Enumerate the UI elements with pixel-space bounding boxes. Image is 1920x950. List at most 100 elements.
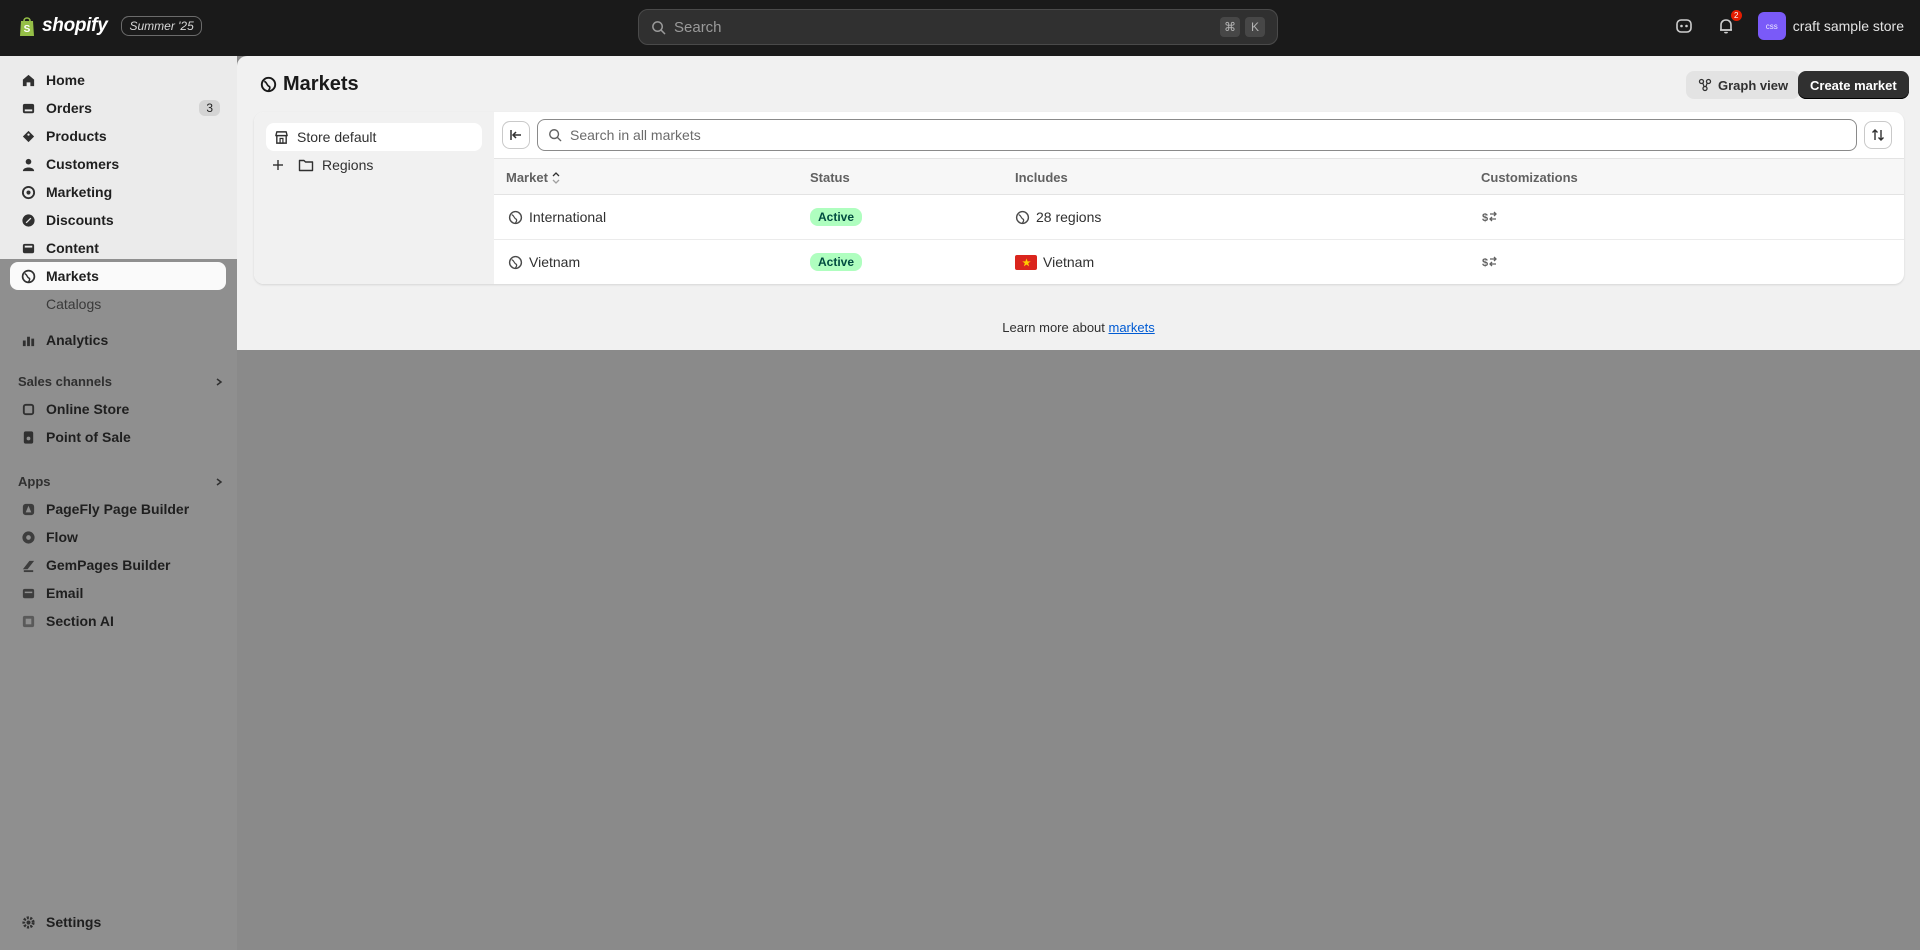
folder-icon <box>298 159 314 172</box>
sidebar-item-label: Markets <box>46 268 99 284</box>
top-actions: 2 css craft sample store <box>1674 10 1904 40</box>
sidebar-item-pagefly[interactable]: PageFly Page Builder <box>10 495 226 523</box>
status-cell: Active <box>810 195 863 239</box>
plus-icon[interactable] <box>272 159 284 171</box>
sort-icon <box>1872 129 1884 141</box>
sidebar-item-label: Point of Sale <box>46 429 131 445</box>
kbd-k: K <box>1245 17 1265 37</box>
market-name: International <box>529 209 607 225</box>
sidebar-item-customers[interactable]: Customers <box>10 150 226 178</box>
create-market-button[interactable]: Create market <box>1798 71 1909 99</box>
store-name: craft sample store <box>1792 18 1904 34</box>
sidebar-item-label: Analytics <box>46 332 109 348</box>
global-search-input[interactable]: Search ⌘ K <box>638 9 1278 45</box>
chevron-right-icon <box>216 377 223 386</box>
create-market-label: Create market <box>1810 77 1897 93</box>
vietnam-flag-icon <box>1015 254 1037 270</box>
currency-exchange-icon: $ <box>1482 256 1497 269</box>
sidebar-item-products[interactable]: Products <box>10 122 226 150</box>
collapse-sidebar-button[interactable] <box>502 121 530 149</box>
sidebar-item-label: Products <box>46 128 107 144</box>
notification-count-badge: 2 <box>1730 10 1742 21</box>
markets-search-input[interactable]: Search in all markets <box>537 119 1857 151</box>
orders-count-badge: 3 <box>199 100 220 116</box>
sidebar-item-label: Section AI <box>46 613 114 629</box>
sidebar-item-markets[interactable]: Markets <box>10 262 226 290</box>
sidebar-item-flow[interactable]: Flow <box>10 523 226 551</box>
globe-icon <box>508 210 523 224</box>
search-placeholder: Search in all markets <box>570 127 701 143</box>
sidebar-item-point-of-sale[interactable]: Point of Sale <box>10 423 226 451</box>
sales-channels-header[interactable]: Sales channels <box>18 374 224 389</box>
globe-icon <box>260 76 277 93</box>
analytics-icon <box>20 332 36 348</box>
sidebar-item-label: Home <box>46 72 85 88</box>
sidekick-button[interactable] <box>1674 16 1694 36</box>
learn-more-footer: Learn more about markets <box>237 320 1920 335</box>
market-cell[interactable]: International <box>508 195 606 239</box>
notifications-button[interactable]: 2 <box>1716 10 1742 36</box>
tree-item-store-default[interactable]: Store default <box>266 123 482 151</box>
tree-item-label: Store default <box>297 129 377 145</box>
content-icon <box>20 240 36 256</box>
sidebar-item-marketing[interactable]: Marketing <box>10 178 226 206</box>
sidebar-item-content[interactable]: Content <box>10 234 226 262</box>
sort-button[interactable] <box>1864 121 1892 149</box>
store-menu[interactable]: css craft sample store <box>1757 12 1904 40</box>
home-icon <box>20 72 36 88</box>
includes-text: Vietnam <box>1043 254 1095 270</box>
market-cell[interactable]: Vietnam <box>508 240 580 284</box>
sidebar-item-label: Content <box>46 240 99 256</box>
table-row[interactable]: Vietnam Active Vietnam $ <box>494 240 1904 284</box>
apps-header[interactable]: Apps <box>18 474 224 489</box>
sidebar-item-orders[interactable]: Orders 3 <box>10 94 226 122</box>
search-shortcut: ⌘ K <box>1220 17 1265 37</box>
sidebar-item-home[interactable]: Home <box>10 66 226 94</box>
online-store-icon <box>20 401 36 417</box>
column-header-includes: Includes <box>1015 170 1068 185</box>
marketing-icon <box>20 184 36 200</box>
sidebar-item-discounts[interactable]: Discounts <box>10 206 226 234</box>
tree-item-regions[interactable]: Regions <box>272 151 373 179</box>
includes-cell: 28 regions <box>1015 195 1101 239</box>
search-icon <box>549 129 562 142</box>
tree-item-label: Regions <box>322 157 374 173</box>
sidebar-item-gempages[interactable]: GemPages Builder <box>10 551 226 579</box>
markets-card: Store default Regions Search in all mark… <box>254 112 1904 284</box>
edition-badge[interactable]: Summer '25 <box>121 16 202 36</box>
column-label: Status <box>810 170 850 185</box>
sidebar-item-label: Settings <box>46 914 102 930</box>
top-bar: S shopify Summer '25 Search ⌘ K 2 css cr… <box>0 0 1920 56</box>
shopify-logo[interactable]: S shopify Summer '25 <box>18 15 202 37</box>
graph-view-button[interactable]: Graph view <box>1686 71 1801 99</box>
sidebar-item-settings[interactable]: Settings <box>10 908 226 936</box>
table-row[interactable]: International Active 28 regions $ <box>494 195 1904 240</box>
currency-exchange-icon: $ <box>1482 211 1497 224</box>
market-tree: Store default Regions <box>254 112 494 284</box>
search-icon <box>652 20 666 34</box>
sidebar-item-section-ai[interactable]: Section AI <box>10 607 226 635</box>
markets-help-link[interactable]: markets <box>1109 320 1155 335</box>
kbd-cmd: ⌘ <box>1220 17 1240 37</box>
globe-icon <box>20 268 36 284</box>
customizations-cell: $ <box>1481 195 1497 239</box>
gempages-icon <box>20 557 36 573</box>
sidebar-item-analytics[interactable]: Analytics <box>10 326 226 354</box>
page-title: Markets <box>260 73 359 96</box>
chevron-right-icon <box>216 477 223 486</box>
sidekick-icon <box>1675 19 1692 33</box>
sidebar-item-online-store[interactable]: Online Store <box>10 395 226 423</box>
store-icon <box>275 130 288 144</box>
sales-channels-label: Sales channels <box>18 374 112 389</box>
apps-label: Apps <box>18 474 51 489</box>
svg-text:S: S <box>24 24 31 35</box>
column-label: Customizations <box>1481 170 1578 185</box>
flow-icon <box>20 529 36 545</box>
column-header-market[interactable]: Market <box>506 170 560 185</box>
brand-wordmark: shopify <box>42 15 108 36</box>
status-badge: Active <box>810 253 863 271</box>
sidebar-item-catalogs[interactable]: Catalogs <box>10 290 226 318</box>
status-badge: Active <box>810 208 863 226</box>
sidebar-item-email[interactable]: Email <box>10 579 226 607</box>
sidebar: Home Orders 3 Products Customers Marketi… <box>0 56 237 950</box>
